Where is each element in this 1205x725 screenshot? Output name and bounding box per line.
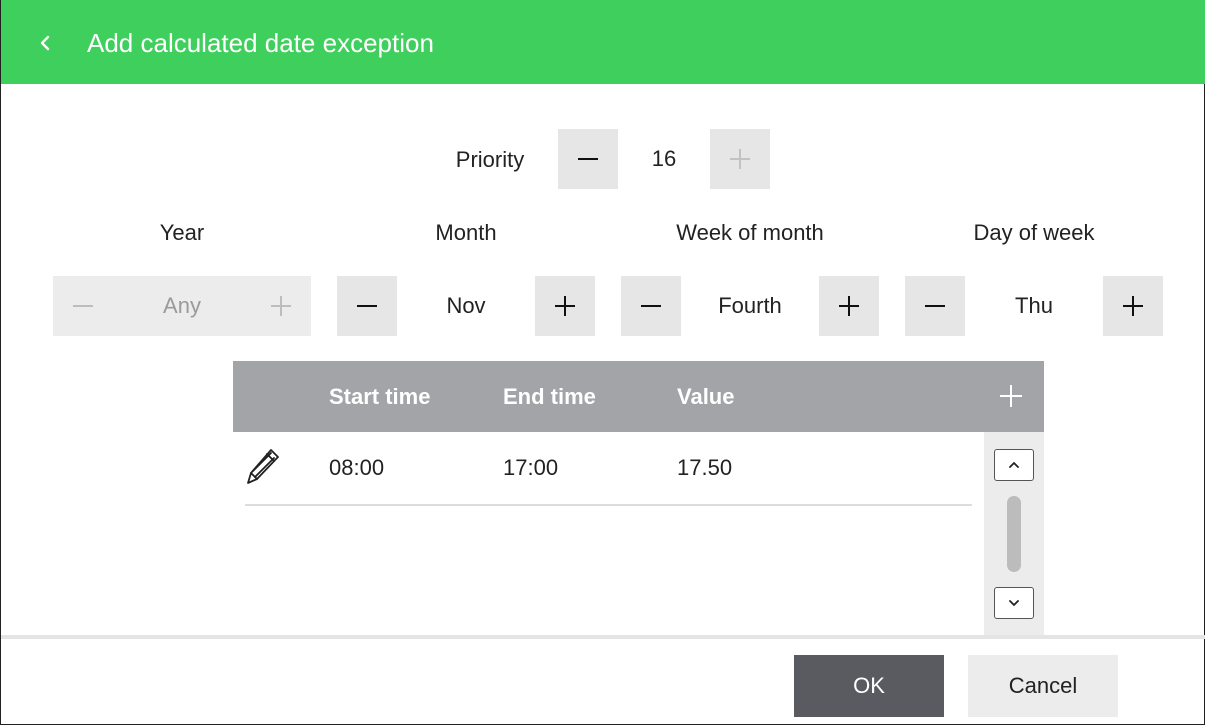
table-row[interactable]: 08:00 17:00 17.50 [245, 432, 972, 506]
scrollbar[interactable] [984, 432, 1044, 636]
dialog-title: Add calculated date exception [87, 28, 434, 58]
plus-icon [271, 296, 291, 316]
year-stepper: Any [53, 276, 311, 336]
value-cell: 17.50 [677, 455, 733, 480]
table-header: Start time End time Value [233, 361, 1044, 432]
pencil-icon[interactable] [245, 446, 281, 486]
chevron-left-icon [40, 35, 50, 51]
priority-stepper: 16 [558, 129, 770, 189]
start-time-cell: 08:00 [329, 455, 385, 480]
scrollbar-thumb[interactable] [1007, 496, 1021, 572]
month-decrement-button[interactable] [337, 276, 397, 336]
minus-icon [641, 305, 661, 307]
day-of-week-value[interactable]: Thu [965, 276, 1103, 336]
scroll-down-button[interactable] [994, 587, 1034, 619]
plus-icon [1123, 296, 1143, 316]
month-increment-button[interactable] [535, 276, 595, 336]
minus-icon [925, 305, 945, 307]
year-label: Year [159, 220, 205, 245]
day-of-week-label: Day of week [973, 220, 1095, 245]
priority-increment-button[interactable] [710, 129, 770, 189]
plus-icon [555, 296, 575, 316]
cancel-button[interactable]: Cancel [968, 655, 1118, 717]
end-time-cell: 17:00 [503, 455, 559, 480]
day-of-week-increment-button[interactable] [1103, 276, 1163, 336]
week-of-month-value[interactable]: Fourth [681, 276, 819, 336]
dialog: Add calculated date exception Priority 1… [0, 0, 1205, 725]
week-of-month-decrement-button[interactable] [621, 276, 681, 336]
dialog-header: Add calculated date exception [1, 0, 1205, 84]
month-value[interactable]: Nov [397, 276, 535, 336]
scroll-up-button[interactable] [994, 449, 1034, 481]
minus-icon [357, 305, 377, 307]
chevron-up-icon [1009, 462, 1019, 468]
day-of-week-stepper: Thu [905, 276, 1163, 336]
minus-icon [578, 158, 598, 160]
year-value[interactable]: Any [113, 276, 251, 336]
priority-value[interactable]: 16 [618, 129, 710, 189]
priority-decrement-button[interactable] [558, 129, 618, 189]
plus-icon [730, 149, 750, 169]
day-of-week-decrement-button[interactable] [905, 276, 965, 336]
minus-icon [73, 305, 93, 307]
chevron-down-icon [1009, 600, 1019, 606]
year-decrement-button[interactable] [53, 276, 113, 336]
priority-label: Priority [455, 147, 525, 172]
add-row-button[interactable] [998, 383, 1024, 409]
week-of-month-label: Week of month [676, 220, 824, 245]
week-of-month-stepper: Fourth [621, 276, 879, 336]
month-stepper: Nov [337, 276, 595, 336]
column-header-value[interactable]: Value [677, 383, 734, 411]
footer-divider [1, 635, 1205, 639]
ok-button[interactable]: OK [794, 655, 944, 717]
month-label: Month [435, 220, 497, 245]
column-header-start-time[interactable]: Start time [329, 383, 430, 411]
back-button[interactable] [31, 28, 59, 58]
year-increment-button[interactable] [251, 276, 311, 336]
plus-icon [839, 296, 859, 316]
week-of-month-increment-button[interactable] [819, 276, 879, 336]
plus-icon [1000, 385, 1022, 407]
column-header-end-time[interactable]: End time [503, 383, 596, 411]
